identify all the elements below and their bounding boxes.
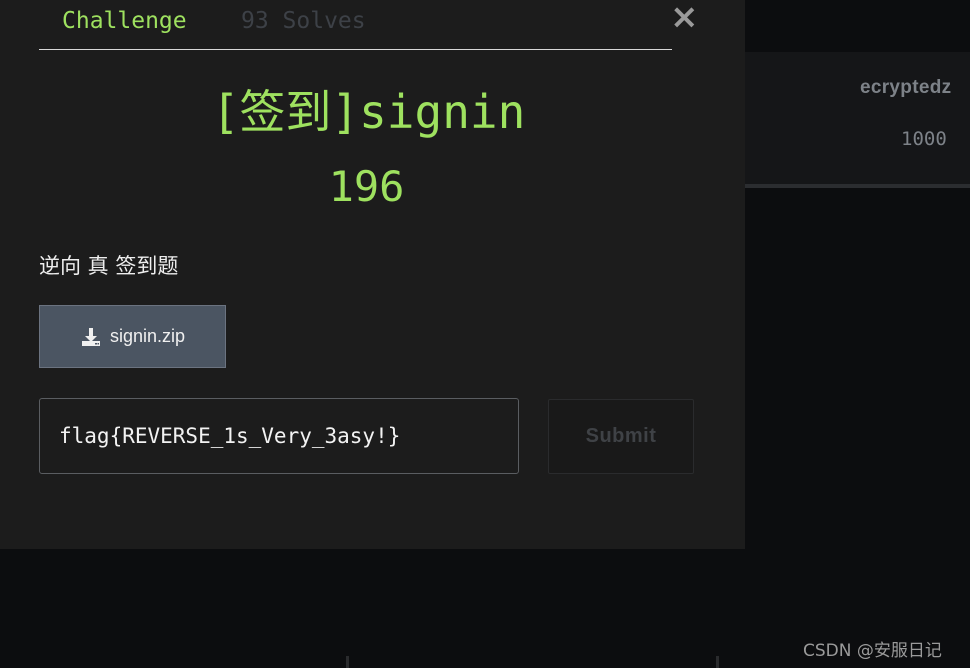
challenge-title: [签到]signin — [211, 85, 526, 139]
background-challenge-card[interactable]: ecryptedz 1000 — [745, 52, 970, 188]
close-icon[interactable]: × — [670, 0, 699, 34]
flag-input[interactable] — [39, 398, 519, 474]
background-card-title: ecryptedz — [860, 77, 952, 98]
submit-button[interactable]: Submit — [548, 399, 694, 474]
tab-challenge[interactable]: Challenge — [62, 8, 187, 34]
bottom-divider — [716, 656, 719, 668]
background-card-points: 1000 — [901, 128, 947, 150]
tab-solves[interactable]: 93 Solves — [241, 8, 366, 34]
challenge-points: 196 — [328, 162, 405, 211]
download-file-label: signin.zip — [109, 326, 186, 346]
bottom-divider — [346, 656, 349, 668]
page: ecryptedz 1000 Challenge 93 Solves × [签到… — [0, 0, 970, 668]
challenge-description: 逆向 真 签到题 — [39, 254, 179, 278]
download-file-button[interactable]: signin.zip — [39, 305, 226, 368]
download-icon — [81, 327, 100, 346]
challenge-modal: Challenge 93 Solves × [签到]signin 196 逆向 … — [0, 0, 745, 549]
watermark: CSDN @安服日记 — [803, 641, 942, 661]
modal-tabs: Challenge 93 Solves — [39, 0, 672, 50]
